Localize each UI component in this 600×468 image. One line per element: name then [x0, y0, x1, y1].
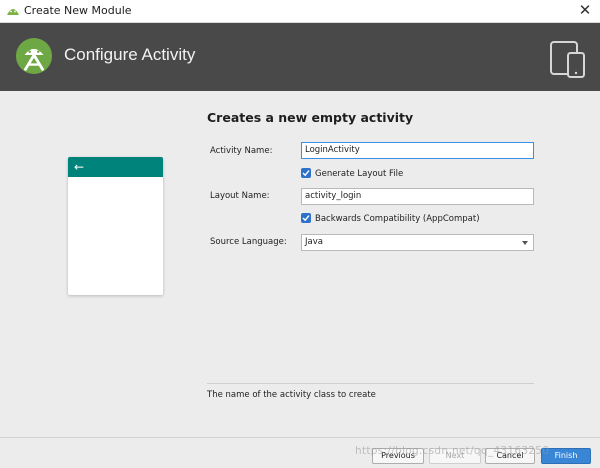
- generate-layout-checkbox[interactable]: [301, 168, 311, 178]
- devices-icon: [550, 41, 585, 78]
- backwards-compat-label: Backwards Compatibility (AppCompat): [315, 214, 480, 224]
- divider: [207, 383, 534, 384]
- activity-preview: ←: [68, 157, 163, 295]
- checkmark-icon: [302, 215, 310, 222]
- layout-name-input[interactable]: activity_login: [301, 188, 534, 205]
- finish-button[interactable]: Finish: [541, 448, 591, 464]
- form-heading: Creates a new empty activity: [207, 110, 414, 125]
- source-language-select[interactable]: Java: [301, 234, 534, 251]
- wizard-content: ← Creates a new empty activity Activity …: [0, 91, 600, 437]
- checkmark-icon: [302, 170, 310, 177]
- wizard-header: Configure Activity: [0, 23, 600, 91]
- source-language-label: Source Language:: [210, 237, 287, 247]
- wizard-footer: Previous Next Cancel Finish: [0, 437, 600, 468]
- page-title: Configure Activity: [64, 45, 196, 64]
- window-title: Create New Module: [24, 4, 132, 17]
- chevron-down-icon: [522, 241, 528, 245]
- help-text: The name of the activity class to create: [207, 390, 376, 400]
- source-language-value: Java: [305, 237, 323, 247]
- window-title-bar: Create New Module ✕: [0, 0, 600, 23]
- activity-name-label: Activity Name:: [210, 146, 273, 156]
- cancel-button[interactable]: Cancel: [485, 448, 535, 464]
- backwards-compat-checkbox[interactable]: [301, 213, 311, 223]
- back-arrow-icon: ←: [74, 160, 85, 174]
- layout-name-label: Layout Name:: [210, 191, 270, 201]
- generate-layout-label: Generate Layout File: [315, 169, 404, 179]
- next-button[interactable]: Next: [429, 448, 481, 464]
- android-studio-icon: [15, 37, 53, 75]
- close-icon[interactable]: ✕: [570, 0, 600, 22]
- previous-button[interactable]: Previous: [372, 448, 424, 464]
- android-studio-small-icon: [7, 9, 19, 15]
- activity-name-input[interactable]: LoginActivity: [301, 142, 534, 159]
- preview-app-bar: ←: [68, 157, 163, 177]
